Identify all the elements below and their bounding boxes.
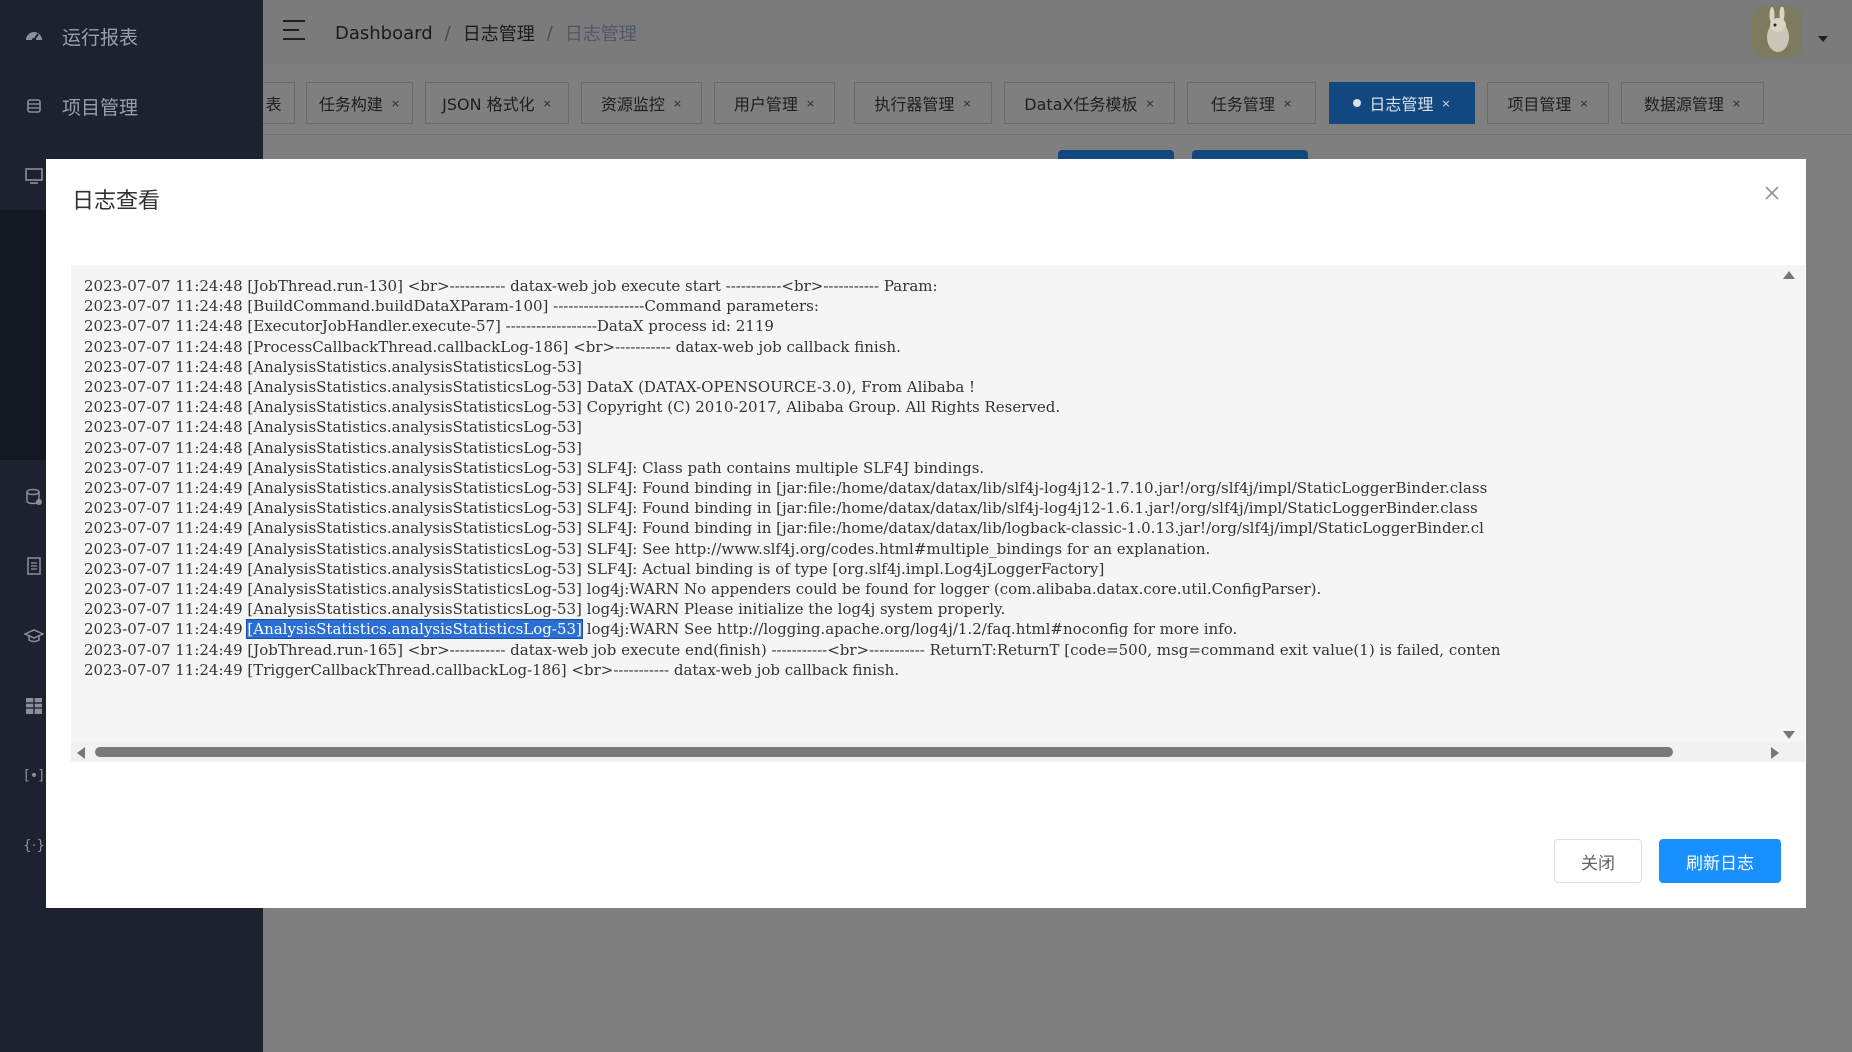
horizontal-scrollbar[interactable] bbox=[71, 742, 1805, 762]
breadcrumb-item[interactable]: 日志管理 bbox=[463, 20, 535, 46]
tag-label: 数据源管理 bbox=[1643, 95, 1724, 114]
tag-json-format[interactable]: JSON 格式化 × bbox=[425, 82, 569, 124]
close-icon[interactable]: × bbox=[962, 97, 971, 110]
close-icon[interactable]: × bbox=[806, 97, 815, 110]
close-icon[interactable]: × bbox=[1732, 97, 1741, 110]
log-line: 2023-07-07 11:24:48 [BuildCommand.buildD… bbox=[84, 297, 819, 316]
tag-label: 日志管理 bbox=[1369, 95, 1434, 114]
tag-task-management[interactable]: 任务管理 × bbox=[1187, 82, 1316, 124]
log-line: 2023-07-07 11:24:49 [AnalysisStatistics.… bbox=[84, 458, 985, 477]
tag-reports[interactable]: 表 bbox=[263, 82, 295, 124]
log-line: 2023-07-07 11:24:48 [AnalysisStatistics.… bbox=[84, 418, 582, 437]
database-icon bbox=[24, 96, 44, 116]
close-icon[interactable]: × bbox=[1283, 97, 1292, 110]
breadcrumb-separator: / bbox=[546, 22, 553, 44]
datasource-icon[interactable] bbox=[24, 487, 44, 507]
log-line: 2023-07-07 11:24:49 [AnalysisStatistics.… bbox=[84, 619, 1238, 640]
log-line: 2023-07-07 11:24:49 [AnalysisStatistics.… bbox=[84, 499, 1478, 518]
avatar[interactable] bbox=[1752, 7, 1802, 57]
log-line: 2023-07-07 11:24:48 [JobThread.run-130] … bbox=[84, 277, 938, 295]
close-icon[interactable] bbox=[1762, 183, 1782, 203]
log-line: 2023-07-07 11:24:48 [ExecutorJobHandler.… bbox=[84, 317, 774, 336]
close-icon[interactable]: × bbox=[673, 97, 682, 110]
tag-label: 项目管理 bbox=[1507, 95, 1572, 114]
scroll-right-arrow-icon[interactable] bbox=[1771, 747, 1779, 759]
tag-resource-monitor[interactable]: 资源监控 × bbox=[581, 82, 702, 124]
hamburger-icon[interactable] bbox=[283, 20, 305, 40]
log-line: 2023-07-07 11:24:48 [ProcessCallbackThre… bbox=[84, 337, 901, 356]
log-content-box[interactable]: 2023-07-07 11:24:48 [JobThread.run-130] … bbox=[71, 265, 1805, 762]
document-icon[interactable] bbox=[24, 556, 44, 576]
log-line: 2023-07-07 11:24:48 [AnalysisStatistics.… bbox=[84, 438, 582, 457]
sidebar-item-label: 项目管理 bbox=[62, 96, 139, 119]
tag-task-build[interactable]: 任务构建 × bbox=[306, 82, 413, 124]
close-icon[interactable]: × bbox=[1441, 97, 1450, 110]
breadcrumb-current: 日志管理 bbox=[564, 24, 637, 45]
dashboard-icon bbox=[24, 26, 44, 46]
breadcrumb-separator: / bbox=[444, 22, 451, 44]
log-line: 2023-07-07 11:24:48 [AnalysisStatistics.… bbox=[84, 357, 582, 376]
close-icon[interactable]: × bbox=[543, 97, 552, 110]
breadcrumb: Dashboard / 日志管理 / 日志管理 bbox=[335, 20, 637, 46]
scroll-up-arrow-icon[interactable] bbox=[1783, 271, 1795, 279]
log-line: 2023-07-07 11:24:48 [AnalysisStatistics.… bbox=[84, 378, 976, 397]
tag-label: 任务构建 bbox=[318, 95, 383, 114]
education-icon[interactable] bbox=[24, 626, 44, 646]
log-view-dialog: 日志查看 2023-07-07 11:24:48 [JobThread.run-… bbox=[46, 159, 1806, 908]
breadcrumb-item[interactable]: Dashboard bbox=[335, 23, 433, 44]
tag-user-management[interactable]: 用户管理 × bbox=[714, 82, 835, 124]
tag-executor-management[interactable]: 执行器管理 × bbox=[854, 82, 992, 124]
tag-label: 资源监控 bbox=[600, 95, 665, 114]
active-dot-icon bbox=[1353, 99, 1362, 107]
log-line: 2023-07-07 11:24:49 [JobThread.run-165] … bbox=[84, 640, 1501, 659]
tag-datax-template[interactable]: DataX任务模板 × bbox=[1004, 82, 1175, 124]
close-icon[interactable]: × bbox=[1579, 97, 1588, 110]
tag-label: 执行器管理 bbox=[874, 95, 955, 114]
log-line: 2023-07-07 11:24:48 [AnalysisStatistics.… bbox=[84, 398, 1061, 417]
log-line: 2023-07-07 11:24:49 [AnalysisStatistics.… bbox=[84, 519, 1484, 538]
tag-log-management[interactable]: 日志管理 × bbox=[1329, 82, 1475, 124]
tag-label: JSON 格式化 bbox=[442, 95, 535, 114]
monitor-icon[interactable] bbox=[24, 166, 44, 186]
close-button[interactable]: 关闭 bbox=[1554, 839, 1642, 883]
tag-datasource-management[interactable]: 数据源管理 × bbox=[1621, 82, 1764, 124]
tags-view: 表 任务构建 × JSON 格式化 × 资源监控 × 用户管理 × 执行器管理 × Dat… bbox=[263, 64, 1852, 135]
scrollbar-thumb[interactable] bbox=[95, 747, 1673, 757]
log-line: 2023-07-07 11:24:49 [TriggerCallbackThre… bbox=[84, 660, 900, 679]
log-line: 2023-07-07 11:24:49 [AnalysisStatistics.… bbox=[84, 580, 1322, 599]
tag-label: 任务管理 bbox=[1210, 95, 1275, 114]
dialog-title: 日志查看 bbox=[72, 189, 161, 214]
navbar: Dashboard / 日志管理 / 日志管理 bbox=[263, 0, 1852, 65]
close-icon[interactable]: × bbox=[1145, 97, 1154, 110]
tag-label: 表 bbox=[265, 95, 282, 114]
log-text: 2023-07-07 11:24:48 [JobThread.run-130] … bbox=[84, 276, 1785, 738]
close-icon[interactable]: × bbox=[391, 97, 400, 110]
scroll-left-arrow-icon[interactable] bbox=[77, 747, 85, 759]
sidebar-item-label: 运行报表 bbox=[62, 26, 139, 49]
code-icon[interactable]: [•] bbox=[24, 766, 44, 786]
selected-text: [AnalysisStatistics.analysisStatisticsLo… bbox=[246, 619, 583, 640]
chevron-down-icon[interactable] bbox=[1818, 36, 1828, 42]
tag-label: DataX任务模板 bbox=[1024, 95, 1138, 114]
scroll-down-arrow-icon[interactable] bbox=[1783, 731, 1795, 739]
tag-label: 用户管理 bbox=[733, 95, 798, 114]
table-icon[interactable] bbox=[24, 696, 44, 716]
json-icon[interactable]: {·} bbox=[23, 836, 45, 856]
tag-project-management[interactable]: 项目管理 × bbox=[1487, 82, 1609, 124]
log-line: 2023-07-07 11:24:49 [AnalysisStatistics.… bbox=[84, 479, 1488, 498]
log-line: 2023-07-07 11:24:49 [AnalysisStatistics.… bbox=[84, 600, 1006, 619]
refresh-log-button[interactable]: 刷新日志 bbox=[1659, 839, 1781, 883]
sidebar-item-dashboard[interactable]: 运行报表 bbox=[0, 6, 263, 66]
log-line: 2023-07-07 11:24:49 [AnalysisStatistics.… bbox=[84, 539, 1211, 558]
sidebar-item-project[interactable]: 项目管理 bbox=[0, 76, 263, 136]
log-line: 2023-07-07 11:24:49 [AnalysisStatistics.… bbox=[84, 559, 1105, 578]
